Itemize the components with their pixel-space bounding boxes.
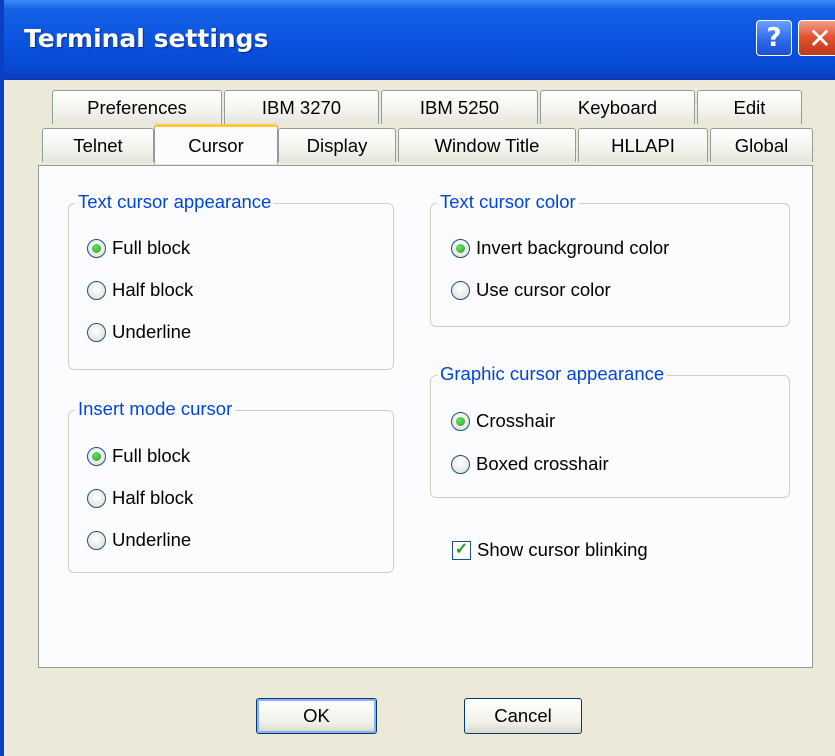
- tab-window-title[interactable]: Window Title: [398, 128, 576, 162]
- tab-edit[interactable]: Edit: [697, 90, 802, 124]
- checkmark-icon: ✓: [452, 540, 471, 560]
- radio-crosshair[interactable]: Crosshair: [451, 410, 555, 432]
- tab-keyboard[interactable]: Keyboard: [540, 90, 695, 124]
- radio-invert-background-color[interactable]: Invert background color: [451, 237, 669, 259]
- group-label: Insert mode cursor: [75, 398, 236, 420]
- tab-global[interactable]: Global: [710, 128, 813, 162]
- option-label: Half block: [112, 487, 194, 508]
- option-label: Full block: [112, 237, 191, 258]
- group-label: Graphic cursor appearance: [437, 363, 668, 385]
- tab-cursor[interactable]: Cursor: [154, 124, 278, 164]
- option-label: Underline: [112, 321, 192, 342]
- tab-hllapi[interactable]: HLLAPI: [578, 128, 708, 162]
- title-bar[interactable]: Terminal settings ? ✕: [4, 0, 835, 80]
- radio-insert-half-block[interactable]: Half block: [87, 487, 193, 509]
- ok-button[interactable]: OK: [256, 698, 377, 734]
- radio-boxed-crosshair[interactable]: Boxed crosshair: [451, 453, 609, 475]
- option-label: Use cursor color: [476, 279, 611, 300]
- radio-icon: [451, 280, 470, 300]
- insert-mode-cursor-group: Insert mode cursor Full block Half block…: [68, 398, 394, 573]
- close-icon: ✕: [808, 21, 832, 55]
- radio-selected-icon: [451, 411, 470, 431]
- group-label: Text cursor color: [437, 191, 579, 213]
- option-label: Crosshair: [476, 410, 556, 431]
- tab-telnet[interactable]: Telnet: [42, 128, 154, 162]
- show-cursor-blinking-checkbox[interactable]: ✓ Show cursor blinking: [452, 539, 648, 561]
- cancel-button[interactable]: Cancel: [464, 698, 582, 734]
- text-cursor-color-group: Text cursor color Invert background colo…: [430, 191, 790, 327]
- tab-preferences[interactable]: Preferences: [52, 90, 222, 124]
- tab-display[interactable]: Display: [278, 128, 396, 162]
- group-label: Text cursor appearance: [75, 191, 275, 213]
- graphic-cursor-appearance-group: Graphic cursor appearance Crosshair Boxe…: [430, 363, 790, 498]
- tab-ibm-3270[interactable]: IBM 3270: [224, 90, 379, 124]
- radio-text-half-block[interactable]: Half block: [87, 279, 193, 301]
- radio-icon: [87, 530, 106, 550]
- option-label: Full block: [112, 445, 191, 466]
- radio-icon: [87, 322, 106, 342]
- window-title: Terminal settings: [24, 24, 269, 53]
- radio-icon: [451, 454, 470, 474]
- option-label: Underline: [112, 529, 192, 550]
- radio-icon: [87, 488, 106, 508]
- option-label: Half block: [112, 279, 194, 300]
- text-cursor-appearance-group: Text cursor appearance Full block Half b…: [68, 191, 394, 370]
- radio-selected-icon: [451, 238, 470, 258]
- radio-insert-underline[interactable]: Underline: [87, 529, 191, 551]
- help-button[interactable]: ?: [756, 20, 792, 56]
- radio-text-full-block[interactable]: Full block: [87, 237, 190, 259]
- help-icon: ?: [766, 23, 782, 53]
- option-label: Boxed crosshair: [476, 453, 609, 474]
- radio-selected-icon: [87, 238, 106, 258]
- radio-icon: [87, 280, 106, 300]
- radio-use-cursor-color[interactable]: Use cursor color: [451, 279, 611, 301]
- radio-insert-full-block[interactable]: Full block: [87, 445, 190, 467]
- terminal-settings-dialog: Terminal settings ? ✕ Preferences IBM 32…: [0, 0, 835, 756]
- checkbox-label: Show cursor blinking: [477, 539, 648, 560]
- radio-selected-icon: [87, 446, 106, 466]
- radio-text-underline[interactable]: Underline: [87, 321, 191, 343]
- close-button[interactable]: ✕: [798, 20, 835, 56]
- tab-ibm-5250[interactable]: IBM 5250: [381, 90, 538, 124]
- option-label: Invert background color: [476, 237, 670, 258]
